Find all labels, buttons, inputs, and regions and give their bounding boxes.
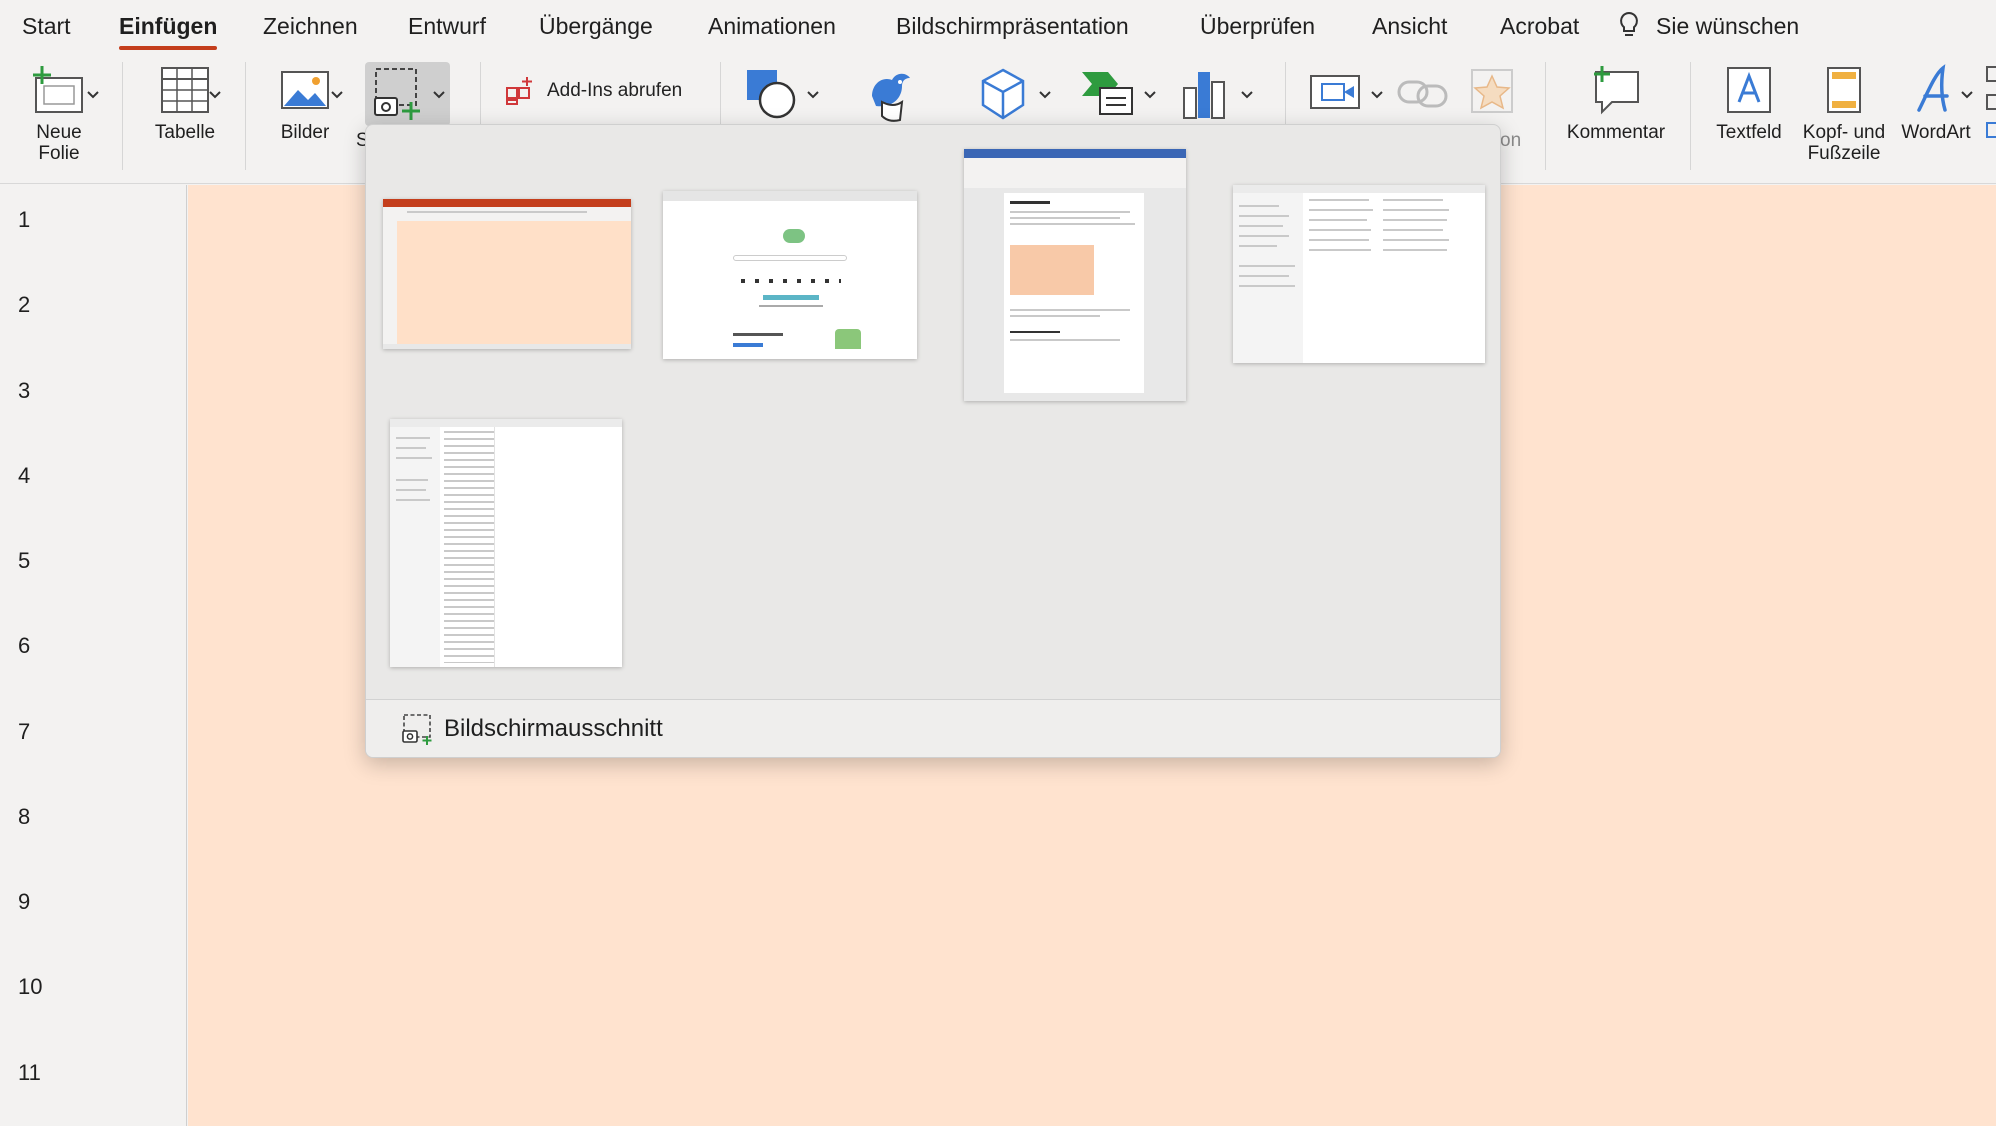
slide-number[interactable]: 10 [18, 974, 48, 1000]
slide-number[interactable]: 4 [18, 463, 48, 489]
chevron-down-icon[interactable] [1370, 90, 1384, 100]
textbox-label: Textfeld [1716, 122, 1782, 143]
screenshot-dropdown: Bildschirmausschnitt [365, 124, 1501, 758]
tab-start[interactable]: Start [22, 0, 71, 50]
chevron-down-icon[interactable] [1038, 90, 1052, 100]
textbox-icon [1727, 67, 1771, 113]
new-slide-button[interactable]: Neue Folie [14, 64, 104, 164]
chevron-down-icon[interactable] [1143, 90, 1157, 100]
wordart-label: WordArt [1901, 122, 1971, 143]
header-footer-icon [1827, 67, 1861, 113]
chevron-down-icon[interactable] [1240, 90, 1254, 100]
comment-icon [1594, 66, 1639, 115]
cube-icon[interactable] [978, 66, 1028, 122]
chevron-down-icon[interactable] [330, 90, 344, 100]
screenshot-button[interactable] [365, 62, 450, 126]
tab-einfuegen[interactable]: Einfügen [119, 0, 218, 50]
slide-number[interactable]: 8 [18, 804, 48, 830]
screen-clipping-icon [402, 714, 432, 745]
screenshot-icon [374, 68, 420, 120]
ribbon-separator [1690, 62, 1691, 170]
pictures-label: Bilder [280, 122, 330, 143]
slide-number[interactable]: 9 [18, 889, 48, 915]
tell-me-search[interactable]: Sie wünschen [1656, 0, 1799, 50]
chevron-down-icon[interactable] [208, 90, 222, 100]
smartart-icon[interactable] [1080, 68, 1136, 118]
tab-ueberpruefen[interactable]: Überprüfen [1200, 0, 1315, 50]
shapes-icon[interactable] [743, 66, 799, 122]
screen-clipping-button[interactable]: Bildschirmausschnitt [366, 699, 1500, 757]
more-controls-edge [1986, 66, 1996, 156]
bird-icon[interactable] [862, 66, 918, 126]
tab-zeichnen[interactable]: Zeichnen [263, 0, 358, 50]
window-thumbnail-browser[interactable] [663, 191, 917, 359]
tab-ansicht[interactable]: Ansicht [1372, 0, 1447, 50]
chevron-down-icon[interactable] [86, 90, 100, 100]
media-icon[interactable] [1308, 70, 1364, 116]
new-slide-icon [33, 66, 83, 113]
ribbon-tabs: Start Einfügen Zeichnen Entwurf Übergäng… [0, 0, 1996, 50]
window-thumbnail-word[interactable] [964, 149, 1186, 401]
header-footer-label: Kopf- und Fußzeile [1802, 122, 1886, 164]
chevron-down-icon [433, 91, 445, 99]
window-thumbnail-finder-2[interactable] [390, 419, 622, 667]
table-label: Tabelle [154, 122, 216, 143]
comment-button[interactable]: Kommentar [1560, 64, 1672, 143]
new-slide-label: Neue Folie [36, 122, 82, 164]
action-label-partial: on [1500, 130, 1522, 151]
picture-icon [281, 71, 329, 109]
tab-animationen[interactable]: Animationen [708, 0, 836, 50]
table-button[interactable]: Tabelle [140, 64, 230, 143]
window-thumbnail-powerpoint[interactable] [383, 199, 631, 349]
tab-entwurf[interactable]: Entwurf [408, 0, 486, 50]
chart-icon[interactable] [1180, 66, 1230, 122]
ribbon-separator [122, 62, 123, 170]
slide-number[interactable]: 6 [18, 633, 48, 659]
slide-number[interactable]: 1 [18, 207, 48, 233]
lightbulb-icon [1620, 11, 1638, 36]
comment-label: Kommentar [1566, 122, 1666, 143]
addins-label: Add-Ins abrufen [547, 80, 683, 101]
window-thumbnail-finder[interactable] [1233, 185, 1485, 363]
chevron-down-icon[interactable] [806, 90, 820, 100]
chevron-down-icon[interactable] [1960, 90, 1974, 100]
wordart-icon [1917, 64, 1949, 112]
addins-icon [506, 77, 532, 105]
slide-number[interactable]: 2 [18, 292, 48, 318]
ribbon-separator [1545, 62, 1546, 170]
slide-thumbnail-pane: 1 2 3 4 5 6 7 8 9 10 11 [0, 185, 187, 1126]
slide-number[interactable]: 7 [18, 719, 48, 745]
action-star-icon [1471, 69, 1513, 113]
textbox-button[interactable]: Textfeld [1704, 64, 1794, 143]
screen-clipping-label: Bildschirmausschnitt [444, 715, 663, 742]
slide-number[interactable]: 3 [18, 378, 48, 404]
pictures-button[interactable]: Bilder [262, 64, 348, 143]
tab-acrobat[interactable]: Acrobat [1500, 0, 1579, 50]
table-icon [161, 67, 209, 113]
slide-number[interactable]: 5 [18, 548, 48, 574]
link-icon [1397, 80, 1448, 108]
tab-bildschirmpraesentation[interactable]: Bildschirmpräsentation [896, 0, 1129, 50]
header-footer-button[interactable]: Kopf- und Fußzeile [1794, 64, 1894, 164]
ribbon-separator [245, 62, 246, 170]
wordart-button[interactable]: WordArt [1894, 64, 1978, 143]
slide-number[interactable]: 11 [18, 1060, 48, 1086]
tab-uebergaenge[interactable]: Übergänge [539, 0, 653, 50]
get-addins-button[interactable]: Add-Ins abrufen [505, 74, 682, 108]
